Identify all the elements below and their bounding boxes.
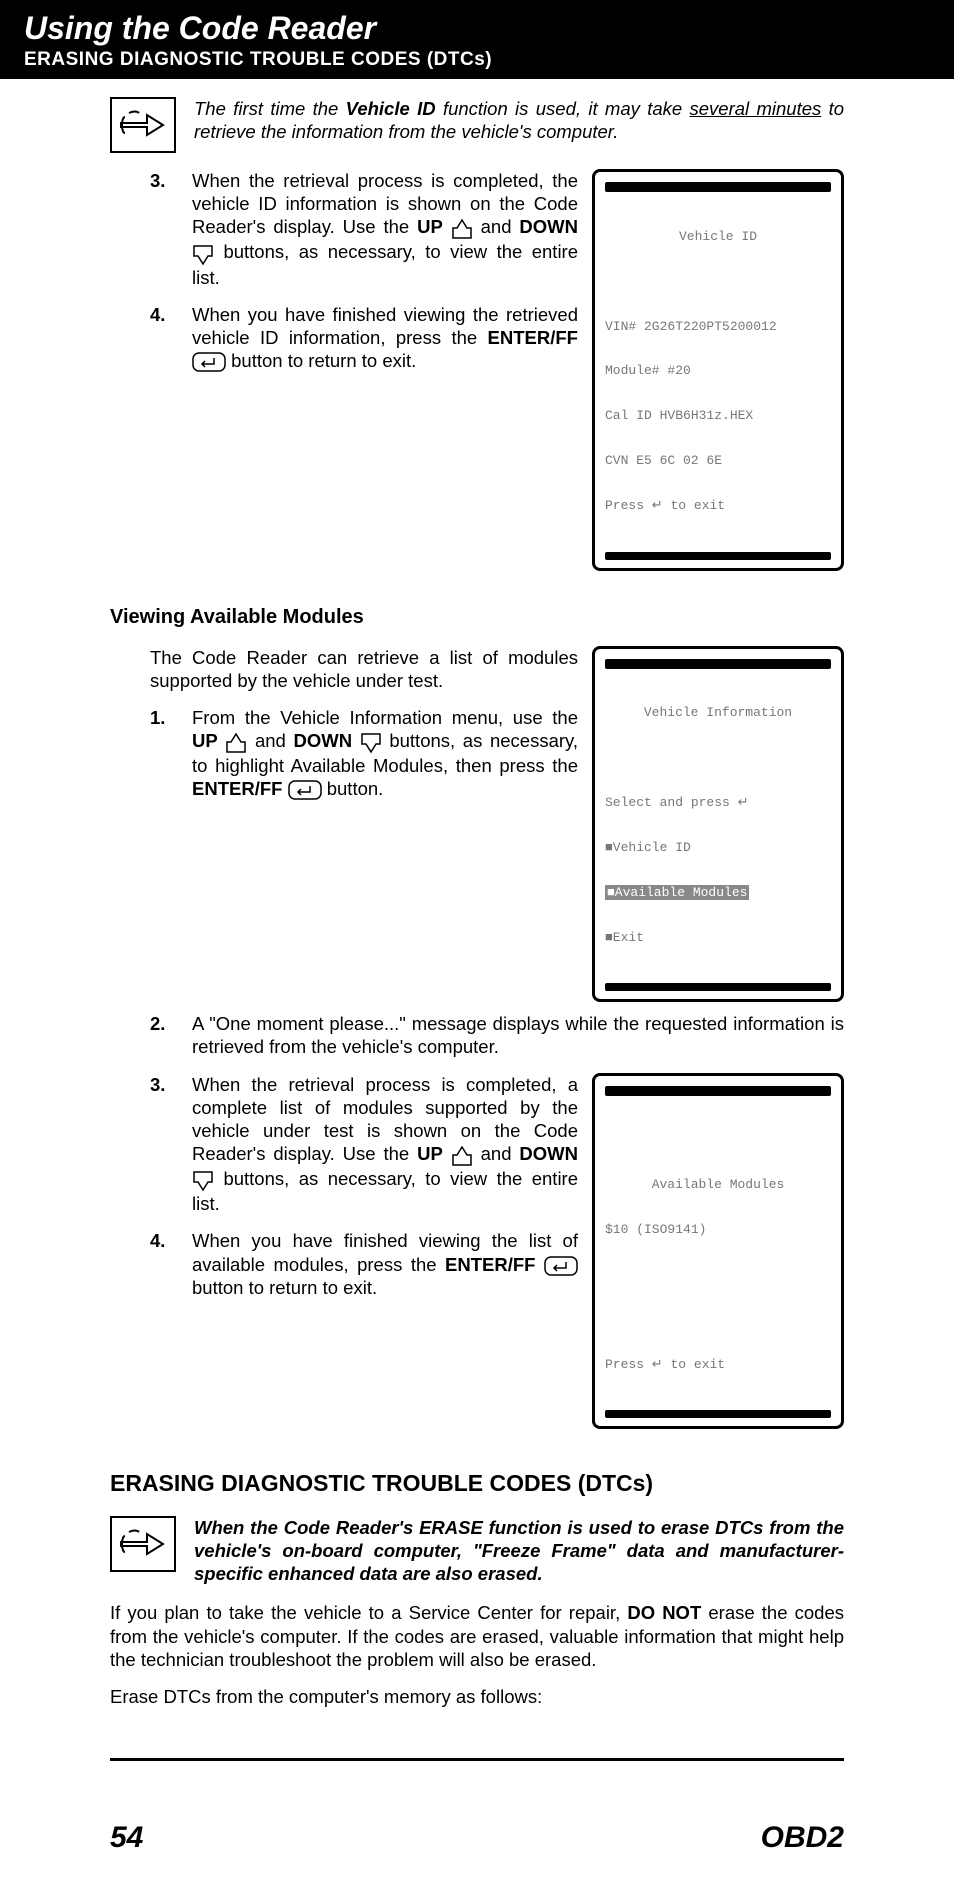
pointing-hand-icon	[110, 97, 176, 153]
content: The first time the Vehicle ID function i…	[0, 79, 954, 1708]
device-screenshot-vehicle-info: Vehicle Information Select and press ↵ ■…	[592, 646, 844, 1003]
up-arrow-icon	[225, 730, 247, 754]
step-a4: 4. When you have finished viewing the re…	[110, 303, 578, 372]
sec3-p2: Erase DTCs from the computer's memory as…	[110, 1685, 844, 1708]
device-title: Vehicle Information	[605, 706, 831, 721]
step-b3: 3. When the retrieval process is complet…	[110, 1073, 578, 1216]
page: Using the Code Reader ERASING DIAGNOSTIC…	[0, 0, 954, 1895]
footer-brand: OBD2	[761, 1821, 844, 1855]
step-b4: 4. When you have finished viewing the li…	[110, 1229, 578, 1298]
device-title: Available Modules	[605, 1178, 831, 1193]
sec3-p1: If you plan to take the vehicle to a Ser…	[110, 1601, 844, 1670]
note-text: The first time the Vehicle ID function i…	[194, 97, 844, 143]
block-avail-mod-top: Vehicle Information Select and press ↵ ■…	[110, 646, 844, 1013]
section-available-modules-head: Viewing Available Modules	[110, 605, 844, 630]
note-erase-text: When the Code Reader's ERASE function is…	[194, 1516, 844, 1585]
section-erasing-head: ERASING DIAGNOSTIC TROUBLE CODES (DTCs)	[110, 1469, 844, 1498]
note-erase: When the Code Reader's ERASE function is…	[110, 1516, 844, 1585]
page-number: 54	[110, 1821, 143, 1855]
header-subtitle: ERASING DIAGNOSTIC TROUBLE CODES (DTCs)	[24, 49, 930, 71]
footer-rule	[110, 1758, 844, 1761]
down-arrow-icon	[192, 241, 214, 265]
block-avail-mod-bottom: Available Modules $10 (ISO9141) Press ↵ …	[110, 1073, 844, 1440]
down-arrow-icon	[192, 1168, 214, 1192]
enter-ff-icon	[192, 350, 226, 371]
up-arrow-icon	[451, 1143, 473, 1167]
device-title: Vehicle ID	[605, 230, 831, 245]
up-arrow-icon	[451, 216, 473, 240]
device-screenshot-available-modules: Available Modules $10 (ISO9141) Press ↵ …	[592, 1073, 844, 1430]
step-b2: 2. A "One moment please..." message disp…	[110, 1012, 844, 1058]
down-arrow-icon	[360, 730, 382, 754]
step-a3: 3. When the retrieval process is complet…	[110, 169, 578, 289]
page-header: Using the Code Reader ERASING DIAGNOSTIC…	[0, 0, 954, 79]
device-screenshot-vehicle-id: Vehicle ID VIN# 2G26T220PT5200012 Module…	[592, 169, 844, 571]
step-b1: 1. From the Vehicle Information menu, us…	[110, 706, 578, 801]
note-first-use: The first time the Vehicle ID function i…	[110, 97, 844, 153]
block-vehicle-id: Vehicle ID VIN# 2G26T220PT5200012 Module…	[110, 169, 844, 581]
header-title: Using the Code Reader	[24, 10, 930, 47]
enter-ff-icon	[288, 778, 322, 799]
pointing-hand-icon	[110, 1516, 176, 1572]
footer: 54 OBD2	[0, 1821, 954, 1855]
enter-ff-icon	[544, 1254, 578, 1275]
